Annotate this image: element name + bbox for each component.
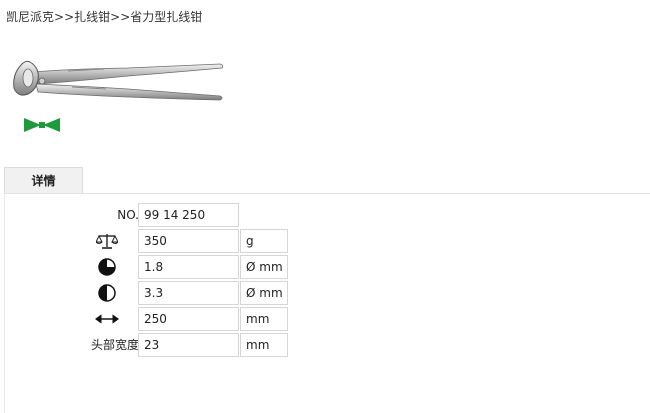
bowtie-badge-icon bbox=[24, 118, 60, 132]
breadcrumb-item-brand[interactable]: 凯尼派克 bbox=[6, 10, 54, 24]
spec-unit-head-width: mm bbox=[240, 333, 288, 357]
spec-unit-length: mm bbox=[240, 307, 288, 331]
breadcrumb-separator: >> bbox=[54, 10, 75, 24]
breadcrumb-separator: >> bbox=[110, 10, 131, 24]
spec-value-weight: 350 bbox=[138, 229, 239, 253]
spec-value-head-width: 23 bbox=[138, 333, 239, 357]
double-arrow-icon bbox=[95, 309, 119, 329]
three-quarter-circle-icon bbox=[95, 257, 119, 277]
spec-value-wire-hard: 3.3 bbox=[138, 281, 239, 305]
tab-bar: 详情 bbox=[4, 167, 650, 194]
spec-unit-wire-soft: Ø mm bbox=[240, 255, 288, 279]
spec-table: NO. 99 14 250 350 g 1.8 Ø mm 3.3 Ø mm 25… bbox=[4, 193, 650, 413]
scale-icon bbox=[95, 231, 119, 251]
spec-unit-weight: g bbox=[240, 229, 288, 253]
breadcrumb: 凯尼派克>>扎线钳>>省力型扎线钳 bbox=[6, 8, 202, 25]
spec-label-no: NO. bbox=[117, 208, 139, 222]
tab-details[interactable]: 详情 bbox=[4, 167, 83, 193]
breadcrumb-item-category[interactable]: 扎线钳 bbox=[74, 10, 110, 24]
half-circle-icon bbox=[95, 283, 119, 303]
spec-value-length: 250 bbox=[138, 307, 239, 331]
spec-unit-wire-hard: Ø mm bbox=[240, 281, 288, 305]
spec-label-head-width: 头部宽度 bbox=[90, 338, 139, 352]
product-image bbox=[13, 60, 224, 101]
breadcrumb-item-current[interactable]: 省力型扎线钳 bbox=[130, 10, 202, 24]
spec-value-wire-soft: 1.8 bbox=[138, 255, 239, 279]
spec-value-no: 99 14 250 bbox=[138, 203, 239, 227]
